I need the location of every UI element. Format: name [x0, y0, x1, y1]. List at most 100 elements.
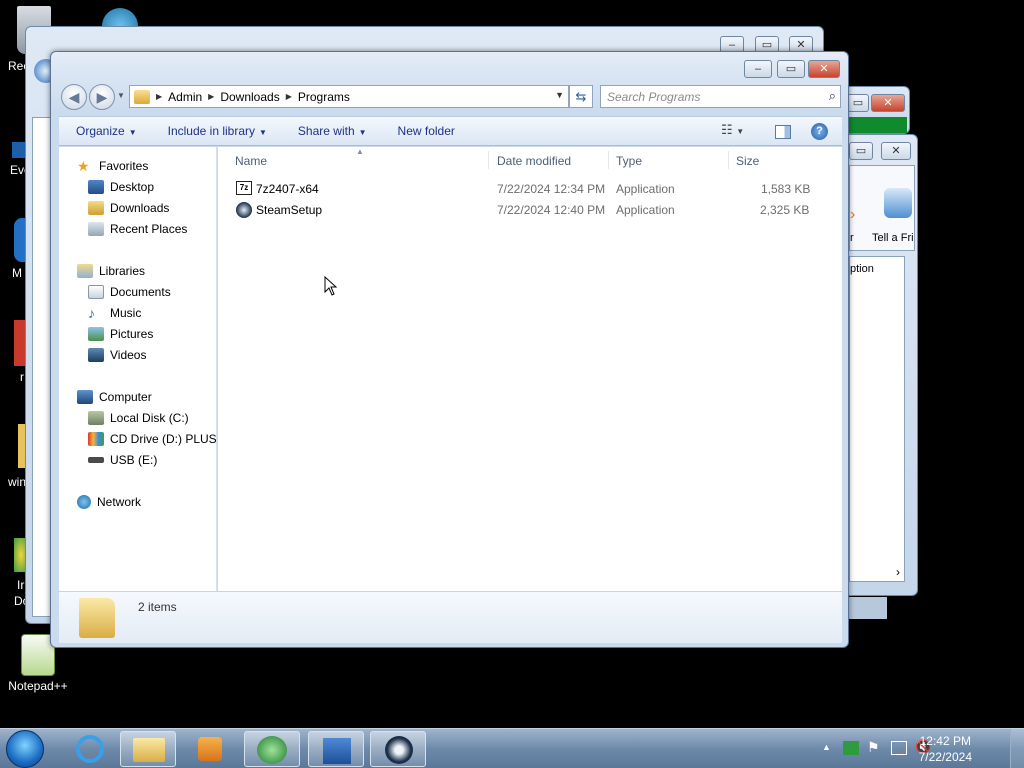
- sort-ascending-icon: ▲: [356, 147, 364, 156]
- close-button[interactable]: ✕: [808, 60, 840, 78]
- nav-network-label: Network: [97, 494, 142, 509]
- column-divider[interactable]: [488, 151, 489, 169]
- computer-icon: [77, 389, 93, 404]
- minimize-button[interactable]: –: [744, 60, 772, 78]
- nav-computer[interactable]: Computer: [77, 386, 152, 407]
- desktop-icon: [88, 179, 104, 194]
- explorer-window[interactable]: – ▭ ✕ ◀ ▶ ▼ ▶ Admin ▶ Downloads ▶ Progra…: [50, 51, 849, 648]
- media-player-icon: [198, 737, 222, 761]
- breadcrumb-separator[interactable]: ▶: [156, 92, 162, 101]
- help-icon[interactable]: ?: [811, 123, 828, 140]
- nav-local-disk[interactable]: Local Disk (C:): [88, 407, 189, 428]
- nav-libraries-label: Libraries: [99, 263, 146, 278]
- file-row-steam[interactable]: SteamSetup 7/22/2024 12:40 PM Applicatio…: [218, 199, 838, 220]
- nav-local-disk-label: Local Disk (C:): [110, 410, 189, 425]
- recent-pages-dropdown[interactable]: ▼: [117, 91, 125, 100]
- mouse-cursor-icon: [324, 276, 338, 296]
- nav-documents-label: Documents: [110, 284, 171, 299]
- column-date-modified[interactable]: Date modified: [497, 154, 571, 168]
- nav-music[interactable]: ♪ Music: [88, 302, 141, 323]
- bg3-scroll-arrow[interactable]: ›: [896, 565, 900, 579]
- forward-button[interactable]: ▶: [89, 84, 115, 110]
- share-label: Share with: [297, 124, 355, 138]
- refresh-button[interactable]: ⇆: [569, 85, 593, 108]
- address-dropdown-icon[interactable]: ▼: [555, 90, 564, 100]
- nav-favorites[interactable]: ★ Favorites: [77, 155, 148, 176]
- maximize-button[interactable]: ▭: [777, 60, 805, 78]
- nav-network[interactable]: Network: [77, 491, 141, 512]
- file-type: Application: [616, 203, 675, 217]
- address-bar[interactable]: ▶ Admin ▶ Downloads ▶ Programs ▼: [129, 85, 569, 108]
- desktop-label-notepadpp: Notepad++: [8, 679, 68, 693]
- tray-expand-icon[interactable]: ▲: [822, 742, 831, 752]
- taskbar-media-button[interactable]: [182, 731, 238, 767]
- breadcrumb-separator[interactable]: ▶: [208, 92, 214, 101]
- nav-desktop-label: Desktop: [110, 179, 155, 194]
- recent-places-icon: [88, 221, 104, 236]
- clock-date: 7/22/2024: [918, 750, 972, 764]
- include-label: Include in library: [167, 124, 255, 138]
- organize-label: Organize: [76, 124, 125, 138]
- nav-usb[interactable]: USB (E:): [88, 449, 157, 470]
- search-icon[interactable]: ⌕: [829, 88, 836, 104]
- folder-icon: [134, 89, 150, 104]
- system-clock[interactable]: 12:42 PM 7/22/2024: [919, 733, 972, 765]
- bg3-bottom-bar: [849, 597, 887, 619]
- search-input[interactable]: Search Programs ⌕: [600, 85, 841, 108]
- usb-drive-icon: [88, 456, 104, 463]
- column-divider[interactable]: [608, 151, 609, 169]
- tray-security-icon[interactable]: [843, 741, 859, 755]
- hard-disk-icon: [88, 410, 104, 425]
- breadcrumb-downloads[interactable]: Downloads: [220, 90, 279, 104]
- nav-libraries[interactable]: Libraries: [77, 260, 145, 281]
- nav-pictures-label: Pictures: [110, 326, 154, 341]
- building-icon: [323, 738, 351, 764]
- nav-desktop[interactable]: Desktop: [88, 176, 154, 197]
- preview-pane-icon[interactable]: [775, 125, 791, 139]
- breadcrumb-separator[interactable]: ▶: [286, 92, 292, 101]
- nav-recent-places[interactable]: Recent Places: [88, 218, 187, 239]
- nav-cd-drive[interactable]: CD Drive (D:) PLUS98: [88, 428, 216, 449]
- network-icon: [77, 494, 91, 509]
- tray-network-icon[interactable]: [891, 741, 907, 755]
- steam-icon: [236, 202, 252, 218]
- start-button[interactable]: [6, 730, 44, 768]
- bg3-label-tell[interactable]: Tell a Fri: [872, 232, 914, 244]
- taskbar-ie-button[interactable]: [62, 731, 118, 767]
- bg2-maximize-button[interactable]: ▭: [847, 94, 869, 112]
- column-divider[interactable]: [728, 151, 729, 169]
- new-folder-button[interactable]: New folder: [398, 124, 455, 138]
- tray-flag-icon[interactable]: ⚑: [867, 739, 880, 756]
- back-button[interactable]: ◀: [61, 84, 87, 110]
- breadcrumb-admin[interactable]: Admin: [168, 90, 202, 104]
- nav-computer-label: Computer: [99, 389, 152, 404]
- nav-documents[interactable]: Documents: [88, 281, 171, 302]
- share-with-button[interactable]: Share with ▼: [298, 124, 367, 138]
- show-desktop-button[interactable]: [1010, 729, 1024, 768]
- breadcrumb-programs[interactable]: Programs: [298, 90, 350, 104]
- column-size[interactable]: Size: [736, 154, 759, 168]
- nav-downloads[interactable]: Downloads: [88, 197, 169, 218]
- documents-icon: [88, 284, 104, 299]
- taskbar-app-button[interactable]: [308, 731, 364, 767]
- taskbar: ▲ ⚑ 🔇 12:42 PM 7/22/2024: [0, 728, 1024, 768]
- bg3-close-button[interactable]: ✕: [881, 142, 911, 160]
- thumbs-up-icon: [884, 188, 912, 218]
- nav-pictures[interactable]: Pictures: [88, 323, 153, 344]
- view-options-icon[interactable]: ☷ ▼: [721, 122, 744, 138]
- organize-button[interactable]: Organize ▼: [76, 124, 137, 138]
- navigation-pane: ★ Favorites Desktop Downloads Recent Plac…: [59, 147, 217, 591]
- column-type[interactable]: Type: [616, 154, 642, 168]
- bg2-close-button[interactable]: ✕: [871, 94, 905, 112]
- taskbar-explorer-button[interactable]: [120, 731, 176, 767]
- file-name: SteamSetup: [256, 203, 323, 217]
- file-row-7z[interactable]: 7z 7z2407-x64 7/22/2024 12:34 PM Applica…: [218, 178, 838, 199]
- bg3-maximize-button[interactable]: ▭: [849, 142, 873, 160]
- taskbar-steam-button[interactable]: [370, 731, 426, 767]
- nav-videos[interactable]: Videos: [88, 344, 146, 365]
- file-list[interactable]: ▲ Name Date modified Type Size 7z 7z2407…: [218, 147, 842, 591]
- taskbar-idm-button[interactable]: [244, 731, 300, 767]
- column-name[interactable]: Name: [235, 154, 267, 168]
- downloads-folder-icon: [88, 200, 104, 215]
- include-in-library-button[interactable]: Include in library ▼: [168, 124, 267, 138]
